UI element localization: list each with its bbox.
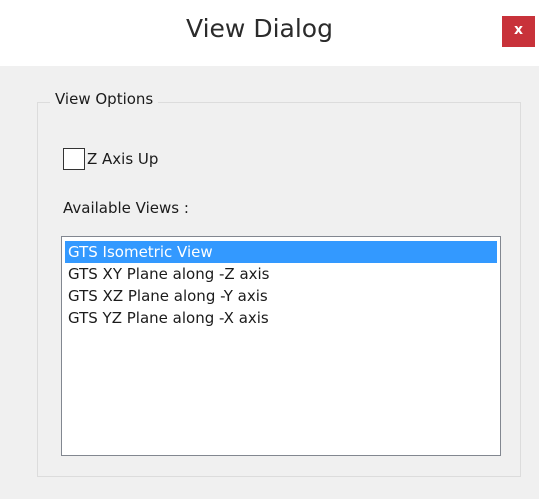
list-item[interactable]: GTS Isometric View — [65, 241, 497, 263]
checkbox-box[interactable] — [63, 148, 85, 170]
available-views-listbox[interactable]: GTS Isometric View GTS XY Plane along -Z… — [61, 236, 501, 456]
title-bar[interactable]: View Dialog x — [0, 0, 539, 66]
close-button[interactable]: x — [502, 16, 535, 47]
list-item[interactable]: GTS XY Plane along -Z axis — [65, 263, 497, 285]
view-options-legend: View Options — [50, 90, 159, 108]
available-views-label: Available Views : — [63, 199, 189, 217]
window-title: View Dialog — [186, 14, 333, 43]
z-axis-up-checkbox[interactable]: Z Axis Up — [63, 147, 158, 171]
list-item[interactable]: GTS YZ Plane along -X axis — [65, 307, 497, 329]
checkbox-label[interactable]: Z Axis Up — [87, 150, 158, 168]
list-item[interactable]: GTS XZ Plane along -Y axis — [65, 285, 497, 307]
view-dialog-window: View Dialog x View Options Z Axis Up Ava… — [0, 0, 539, 499]
